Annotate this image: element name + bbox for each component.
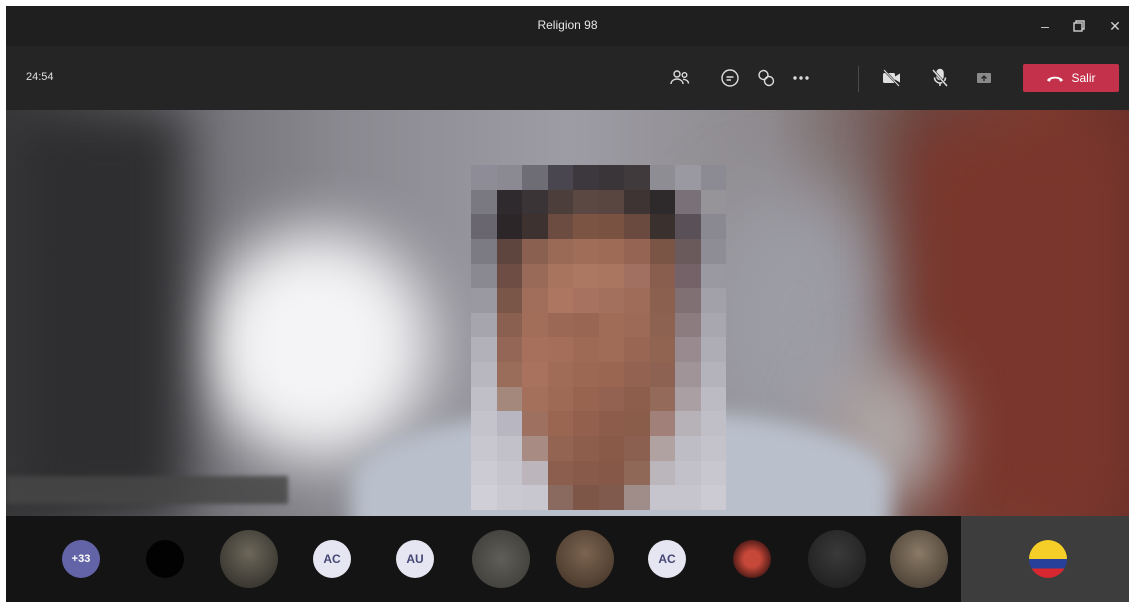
- leave-label: Salir: [1071, 71, 1096, 85]
- minimize-icon[interactable]: –: [1033, 14, 1057, 38]
- hang-up-icon: [1047, 76, 1064, 82]
- meeting-window: Religion 98 – ✕ 24:54 Salir +33 AC AU AC: [6, 6, 1129, 602]
- self-video-tile[interactable]: [961, 516, 1129, 602]
- window-title: Religion 98: [537, 18, 598, 32]
- close-icon[interactable]: ✕: [1103, 14, 1127, 38]
- participant-avatar[interactable]: [146, 540, 184, 578]
- participant-avatar[interactable]: AC: [313, 540, 351, 578]
- participant-avatar[interactable]: [220, 530, 278, 588]
- camera-off-icon[interactable]: [880, 66, 904, 90]
- speaker-name-strip: [6, 476, 288, 504]
- participant-strip: +33 AC AU AC: [6, 516, 1129, 602]
- reactions-icon[interactable]: [754, 66, 778, 90]
- pixelated-face: [471, 165, 726, 510]
- more-participants-badge[interactable]: +33: [62, 540, 100, 578]
- more-options-icon[interactable]: [789, 66, 813, 90]
- meeting-timer: 24:54: [26, 71, 54, 83]
- participant-avatar[interactable]: [472, 530, 530, 588]
- participants-icon[interactable]: [668, 66, 692, 90]
- participant-avatar[interactable]: [556, 530, 614, 588]
- restore-icon[interactable]: [1067, 14, 1091, 38]
- participant-avatar[interactable]: AC: [648, 540, 686, 578]
- flag-avatar: [1029, 540, 1067, 578]
- toolbar-divider: [858, 66, 859, 92]
- microphone-off-icon[interactable]: [928, 66, 952, 90]
- participant-avatar[interactable]: [890, 530, 948, 588]
- share-screen-icon[interactable]: [972, 66, 996, 90]
- meeting-toolbar: 24:54 Salir: [6, 46, 1129, 110]
- title-bar: Religion 98 – ✕: [6, 6, 1129, 46]
- chat-icon[interactable]: [718, 66, 742, 90]
- participant-avatar[interactable]: [808, 530, 866, 588]
- participant-avatar[interactable]: [733, 540, 771, 578]
- main-video-feed: [6, 110, 1129, 516]
- leave-button[interactable]: Salir: [1023, 64, 1119, 92]
- participant-avatar[interactable]: AU: [396, 540, 434, 578]
